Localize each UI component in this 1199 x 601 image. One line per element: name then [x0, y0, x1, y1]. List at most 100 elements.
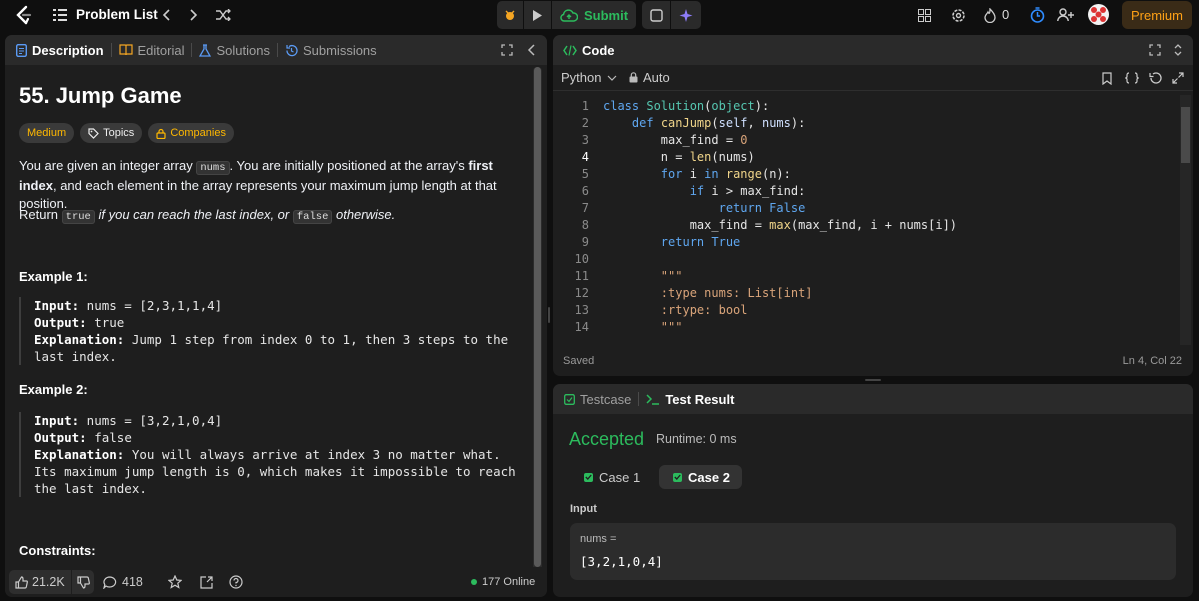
chevron-down-icon [608, 75, 617, 81]
case-1-tab[interactable]: Case 1 [570, 465, 652, 489]
tab-divider [276, 43, 278, 57]
premium-button[interactable]: Premium [1122, 1, 1192, 29]
comments-button[interactable]: 418 [103, 570, 143, 594]
line-number: 6 [581, 184, 589, 198]
code-line: if i > max_find: [603, 183, 806, 200]
reset-icon[interactable] [1148, 71, 1162, 85]
p2-c: otherwise. [332, 207, 396, 222]
scrollbar-thumb[interactable] [534, 67, 541, 567]
line-number: 12 [574, 286, 589, 300]
expand-icon[interactable] [1171, 71, 1185, 85]
code-token: """ [660, 269, 683, 283]
code-token: return [718, 201, 770, 215]
tab-divider [110, 43, 112, 57]
inline-code-nums: nums [196, 161, 230, 175]
line-number: 10 [574, 252, 589, 266]
language-select[interactable]: Python [561, 70, 617, 85]
example-1-input-label: Input: [34, 298, 80, 313]
code-line: max_find = 0 [603, 132, 748, 149]
tab-solutions[interactable]: Solutions [199, 35, 270, 65]
chevron-left-icon[interactable] [158, 6, 174, 24]
code-token: (nums) [711, 150, 755, 164]
collapse-left-icon[interactable] [524, 43, 538, 57]
comment-icon [103, 575, 117, 589]
gear-icon[interactable] [948, 5, 968, 25]
topics-label: Topics [103, 127, 135, 139]
add-friend-icon[interactable] [1055, 5, 1075, 25]
tab-submissions[interactable]: Submissions [285, 35, 377, 65]
streak-flame-icon[interactable] [982, 5, 998, 25]
shuffle-icon[interactable] [214, 6, 232, 24]
tab-testcase-label: Testcase [580, 391, 632, 407]
tab-testcase[interactable]: Testcase [564, 384, 631, 414]
list-icon[interactable] [52, 7, 68, 23]
format-braces-icon[interactable] [1124, 71, 1140, 85]
collapse-icon[interactable] [1171, 43, 1185, 57]
code-token: for [660, 167, 690, 181]
code-token: in [704, 167, 726, 181]
timer-icon[interactable] [1028, 5, 1046, 25]
online-indicator: 177 Online [471, 576, 535, 588]
editor-scrollbar-thumb[interactable] [1181, 107, 1190, 163]
topics-button[interactable]: Topics [80, 123, 143, 143]
example-1-output-label: Output: [34, 315, 87, 330]
chevron-right-icon[interactable] [186, 6, 202, 24]
case-2-tab[interactable]: Case 2 [659, 465, 742, 489]
maximize-icon[interactable] [1148, 43, 1162, 57]
layout-grid-icon[interactable] [914, 6, 934, 24]
example-1-explanation-label: Explanation: [34, 332, 125, 347]
like-button[interactable]: 21.2K [9, 570, 71, 594]
line-number: 5 [581, 167, 589, 181]
code-editor[interactable]: class Solution(object): def canJump(self… [603, 98, 1178, 338]
help-icon[interactable] [226, 572, 246, 592]
tab-test-result[interactable]: Test Result [646, 384, 734, 414]
example-2-block: Input: nums = [3,2,1,0,4] Output: false … [19, 412, 529, 497]
check-icon [584, 472, 593, 482]
bookmark-icon[interactable] [1100, 71, 1114, 85]
run-button[interactable] [524, 1, 551, 29]
debug-button[interactable] [497, 1, 523, 29]
editor-scrollbar[interactable] [1180, 95, 1191, 345]
code-line: :type nums: List[int] [603, 285, 813, 302]
dislike-button[interactable] [72, 570, 94, 594]
code-token: (n): [761, 167, 791, 181]
runtime: Runtime: 0 ms [656, 432, 737, 446]
companies-button[interactable]: Companies [148, 123, 234, 143]
notes-button[interactable] [642, 1, 670, 29]
star-icon[interactable] [165, 572, 185, 592]
code-line: :rtype: bool [603, 302, 748, 319]
tab-description-label: Description [32, 42, 104, 58]
line-number: 7 [581, 201, 589, 215]
avatar[interactable] [1088, 4, 1109, 25]
code-token: True [711, 235, 741, 249]
code-token: 0 [740, 133, 748, 147]
case-2-label: Case 2 [688, 469, 730, 485]
tab-divider [638, 392, 640, 406]
horizontal-resize-handle[interactable] [865, 379, 881, 381]
ai-sparkle-button[interactable] [671, 1, 701, 29]
input-value-box: nums = [3,2,1,0,4] [570, 523, 1176, 580]
auto-mode-toggle[interactable]: Auto [629, 70, 670, 85]
code-token: :type nums: List[int] [603, 286, 813, 300]
p2-a: Return [19, 207, 62, 222]
code-title: Code [582, 42, 615, 58]
tab-editorial[interactable]: Editorial [118, 35, 184, 65]
line-number: 14 [574, 320, 589, 334]
code-token: , [747, 116, 762, 130]
maximize-icon[interactable] [500, 43, 514, 57]
line-number: 9 [581, 235, 589, 249]
problem-list-link[interactable]: Problem List [76, 7, 158, 22]
like-count: 21.2K [32, 575, 65, 589]
auto-label: Auto [643, 70, 670, 85]
code-token: i > max_find: [711, 184, 806, 198]
leetcode-logo-icon[interactable] [12, 4, 34, 26]
tab-description[interactable]: Description [16, 35, 104, 65]
scrollbar[interactable] [533, 67, 542, 571]
tab-code[interactable]: Code [563, 35, 615, 65]
submit-button[interactable]: Submit [552, 1, 636, 29]
code-line: """ [603, 268, 683, 285]
vertical-resize-handle[interactable] [548, 307, 550, 323]
share-icon[interactable] [196, 572, 216, 592]
